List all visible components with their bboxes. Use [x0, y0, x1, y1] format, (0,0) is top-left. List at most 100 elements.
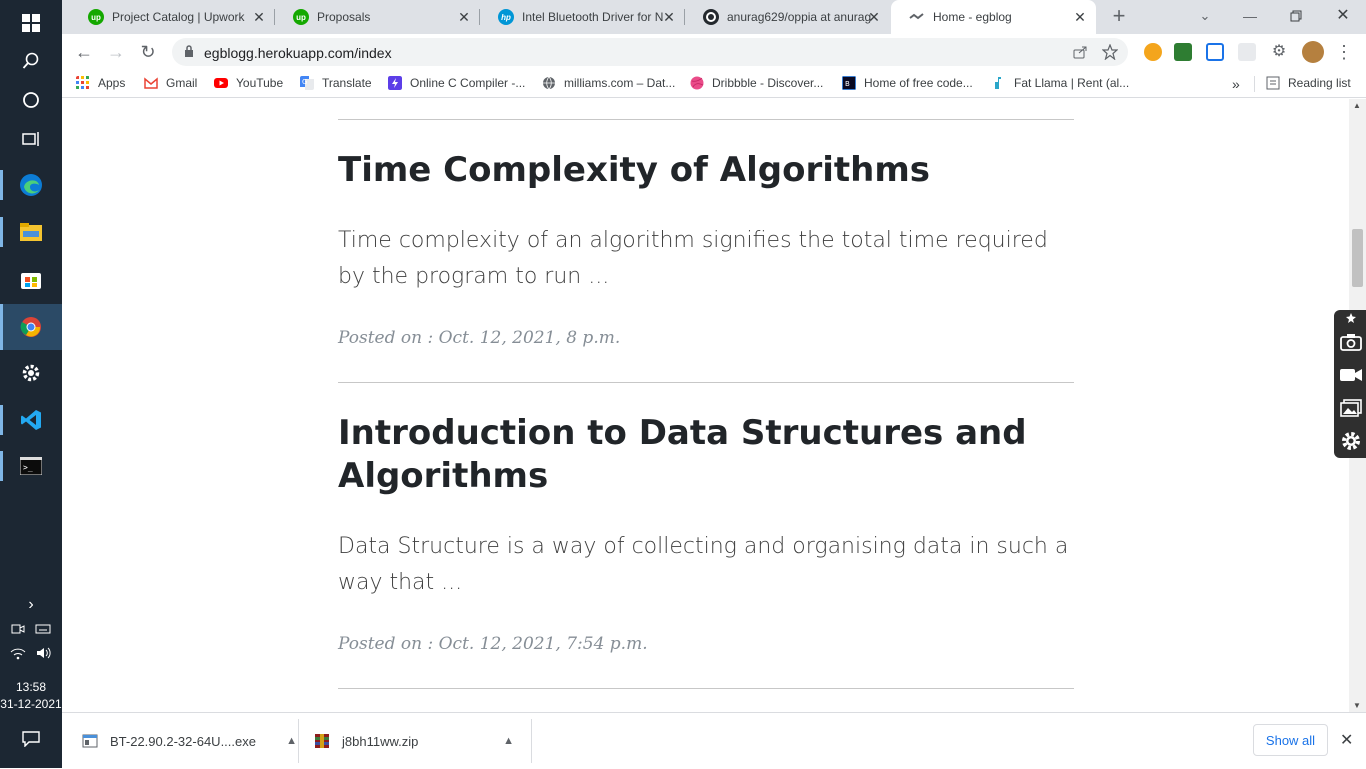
tab-search-chevron-down-icon[interactable]: ⌄ [1193, 4, 1217, 28]
extension-grid-icon[interactable] [1238, 43, 1256, 61]
tab-upwork-project-catalog[interactable]: up Project Catalog | Upwork ✕ [70, 0, 275, 34]
bookmark-translate[interactable]: G Translate [300, 76, 372, 90]
close-tab-icon[interactable]: ✕ [251, 9, 267, 25]
terminal-icon[interactable]: >_ [0, 443, 62, 489]
wifi-icon[interactable] [10, 646, 26, 660]
taskbar-running-indicator [0, 170, 3, 200]
action-center-icon[interactable] [0, 716, 62, 762]
svg-text:B: B [845, 80, 850, 88]
download-item[interactable]: j8bh11ww.zip ▲ [314, 713, 514, 769]
bookmark-label: Dribbble - Discover... [712, 76, 824, 90]
screen-capture-widget [1334, 310, 1366, 458]
gmail-icon [144, 77, 158, 89]
bookmark-gmail[interactable]: Gmail [144, 76, 197, 90]
tab-title: Proposals [317, 10, 371, 24]
file-explorer-icon[interactable] [0, 209, 62, 255]
bookmarks-bar: Apps Gmail YouTube G Translate Online C … [62, 70, 1366, 98]
post-meta: Posted on : Oct. 12, 2021, 8 p.m. [338, 328, 621, 348]
address-bar[interactable]: egblogg.herokuapp.com/index [172, 38, 1128, 66]
restore-window-icon[interactable] [1284, 4, 1308, 28]
post-excerpt: Data Structure is a way of collecting an… [338, 534, 1069, 595]
bookmark-youtube[interactable]: YouTube [214, 76, 283, 90]
chrome-icon[interactable] [0, 304, 62, 350]
lock-icon[interactable] [184, 45, 194, 57]
new-tab-plus-icon[interactable]: + [1107, 4, 1131, 28]
close-tab-icon[interactable]: ✕ [866, 9, 882, 25]
camera-icon[interactable] [1338, 330, 1364, 354]
bookmark-label: Gmail [166, 76, 198, 90]
chrome-menu-icon[interactable]: ⋮ [1332, 40, 1356, 64]
vscode-icon[interactable] [0, 397, 62, 443]
reload-icon[interactable]: ↻ [136, 40, 160, 64]
minimize-window-icon[interactable]: — [1238, 4, 1262, 28]
bookmark-label: Fat Llama | Rent (al... [1014, 76, 1130, 90]
bookmark-label: YouTube [236, 76, 284, 90]
post-divider [338, 382, 1074, 383]
extension-tree-icon[interactable] [1174, 43, 1192, 61]
browser-tab-strip: up Project Catalog | Upwork ✕ up Proposa… [62, 0, 1366, 34]
github-icon [703, 9, 719, 25]
tray-icons-row-1 [0, 622, 62, 636]
dribbble-icon [690, 76, 704, 90]
forward-arrow-icon[interactable]: → [104, 40, 128, 64]
bookmark-freecodecamp[interactable]: B Home of free code... [842, 76, 973, 90]
video-camera-icon[interactable] [1338, 363, 1364, 387]
url-text: egblogg.herokuapp.com/index [204, 45, 392, 61]
scroll-up-arrow-icon[interactable]: ▲ [1353, 101, 1361, 110]
bookmark-apps[interactable]: Apps [76, 76, 125, 90]
tab-proposals[interactable]: up Proposals ✕ [275, 0, 480, 34]
chevron-up-icon[interactable]: ▲ [286, 735, 297, 747]
edge-icon[interactable] [0, 162, 62, 208]
store-icon[interactable] [0, 256, 62, 302]
show-all-downloads-button[interactable]: Show all [1253, 724, 1328, 756]
download-separator [531, 719, 532, 763]
more-bookmarks-chevron-icon[interactable]: » [1232, 76, 1240, 92]
chevron-up-icon[interactable]: ▲ [503, 735, 514, 747]
post-title-link[interactable]: Introduction to Data Structures and Algo… [338, 412, 1074, 498]
share-icon[interactable] [1072, 44, 1088, 60]
taskbar-running-indicator [0, 451, 3, 481]
close-window-icon[interactable]: ✕ [1331, 4, 1355, 28]
gallery-icon[interactable] [1338, 396, 1364, 420]
tab-title: Home - egblog [933, 10, 1012, 24]
task-view-icon[interactable] [0, 116, 62, 162]
tab-home-egblog[interactable]: Home - egblog ✕ [891, 0, 1096, 34]
taskbar-clock[interactable]: 13:58 [0, 680, 62, 694]
bookmark-milliams[interactable]: milliams.com – Dat... [542, 76, 675, 90]
show-hidden-icons-chevron-icon[interactable]: › [0, 596, 62, 614]
settings-icon[interactable] [0, 350, 62, 396]
tab-github-oppia[interactable]: anurag629/oppia at anurag ✕ [685, 0, 890, 34]
close-tab-icon[interactable]: ✕ [456, 9, 472, 25]
meet-now-icon[interactable] [11, 622, 25, 636]
taskbar-date[interactable]: 31-12-2021 [0, 697, 62, 711]
bookmark-dribbble[interactable]: Dribbble - Discover... [690, 76, 823, 90]
extension-color-icon[interactable] [1144, 43, 1162, 61]
bookmark-online-c-compiler[interactable]: Online C Compiler -... [388, 76, 525, 90]
back-arrow-icon[interactable]: ← [72, 40, 96, 64]
extensions-puzzle-icon[interactable]: ⚙ [1267, 40, 1291, 64]
extension-copy-icon[interactable] [1206, 43, 1224, 61]
volume-icon[interactable] [36, 646, 52, 660]
post-title-link[interactable]: Time Complexity of Algorithms [338, 149, 1074, 192]
tab-title: anurag629/oppia at anurag [727, 10, 872, 24]
bookmark-star-icon[interactable] [1102, 44, 1118, 60]
post-divider [338, 119, 1074, 120]
close-tab-icon[interactable]: ✕ [1072, 9, 1088, 25]
bookmark-fat-llama[interactable]: Fat Llama | Rent (al... [992, 76, 1129, 90]
exe-file-icon [82, 734, 98, 748]
bookmarks-divider [1254, 76, 1255, 92]
gear-icon[interactable] [1338, 429, 1364, 453]
hp-icon: hp [498, 9, 514, 25]
tab-intel-bluetooth-driver[interactable]: hp Intel Bluetooth Driver for N ✕ [480, 0, 685, 34]
close-download-shelf-icon[interactable]: ✕ [1340, 730, 1353, 750]
download-item[interactable]: BT-22.90.2-32-64U....exe ▲ [82, 713, 297, 769]
profile-avatar[interactable] [1302, 41, 1324, 63]
download-filename: BT-22.90.2-32-64U....exe [110, 733, 256, 749]
reading-list-button[interactable]: Reading list [1266, 76, 1351, 90]
scroll-down-arrow-icon[interactable]: ▼ [1353, 701, 1361, 710]
apps-grid-icon [76, 76, 89, 89]
pin-icon[interactable] [1338, 312, 1364, 324]
scrollbar-thumb[interactable] [1352, 229, 1363, 287]
keyboard-layout-icon[interactable] [35, 622, 51, 636]
close-tab-icon[interactable]: ✕ [661, 9, 677, 25]
